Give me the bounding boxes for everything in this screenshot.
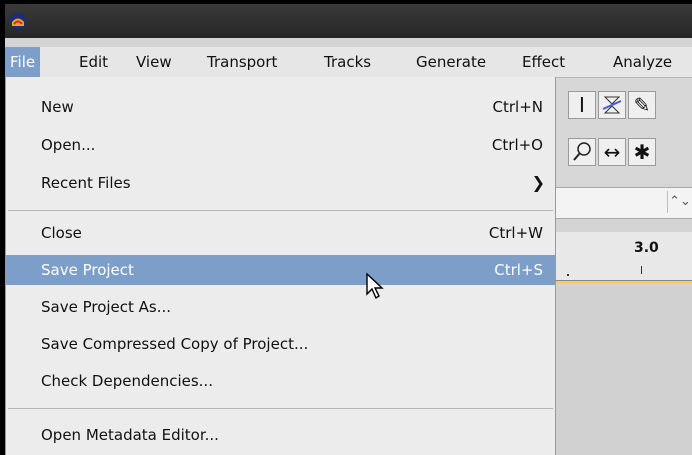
ruler-tick — [641, 266, 642, 274]
menu-edit[interactable]: Edit — [74, 47, 113, 77]
chevron-updown-icon[interactable]: ⌃⌄ — [667, 191, 692, 213]
time-shift-icon[interactable]: ↔ — [598, 138, 626, 166]
file-menu-dropdown: New Ctrl+N Open... Ctrl+O Recent Files ❯… — [5, 77, 556, 455]
multi-tool-icon[interactable]: ✱ — [628, 138, 656, 166]
menu-generate[interactable]: Generate — [411, 47, 491, 77]
menu-file[interactable]: File — [5, 47, 41, 77]
chevron-right-icon: ❯ — [531, 173, 545, 192]
menu-item-close[interactable]: Close Ctrl+W — [6, 218, 555, 248]
title-bar — [5, 4, 692, 38]
menu-item-check-dependencies[interactable]: Check Dependencies... — [6, 366, 555, 396]
menu-item-open[interactable]: Open... Ctrl+O — [6, 130, 555, 160]
ruler-tick — [567, 274, 569, 276]
menu-tracks[interactable]: Tracks — [319, 47, 376, 77]
tools-toolbar: I ✎ ↔ ✱ — [556, 78, 692, 184]
audacity-window: File Edit View Transport Tracks Generate… — [5, 4, 692, 455]
track-area — [556, 286, 692, 455]
timeline-indicator — [556, 281, 692, 284]
ruler-label: 3.0 — [634, 240, 659, 256]
menu-item-save-project-as[interactable]: Save Project As... — [6, 292, 555, 322]
pencil-icon[interactable]: ✎ — [628, 91, 656, 119]
menu-item-open-metadata-editor[interactable]: Open Metadata Editor... — [6, 420, 555, 450]
menu-item-save-project[interactable]: Save Project Ctrl+S — [6, 255, 555, 285]
zoom-icon[interactable] — [568, 138, 596, 166]
menu-separator — [8, 210, 553, 211]
menu-item-new[interactable]: New Ctrl+N — [6, 92, 555, 122]
menu-item-recent-files[interactable]: Recent Files ❯ — [6, 168, 555, 198]
device-selector[interactable]: ⌃⌄ — [556, 187, 692, 219]
menu-bar: File Edit View Transport Tracks Generate… — [5, 47, 692, 78]
menu-transport[interactable]: Transport — [202, 47, 282, 77]
menu-item-save-compressed-copy[interactable]: Save Compressed Copy of Project... — [6, 329, 555, 359]
menu-analyze[interactable]: Analyze — [608, 47, 677, 77]
menu-view[interactable]: View — [131, 47, 177, 77]
ibeam-icon[interactable]: I — [568, 91, 596, 119]
envelope-icon[interactable] — [598, 91, 626, 119]
menu-effect[interactable]: Effect — [517, 47, 570, 77]
menu-separator — [8, 408, 553, 409]
mouse-pointer-icon — [366, 272, 384, 300]
timeline-ruler[interactable]: 3.0 — [556, 232, 692, 281]
audacity-logo-icon — [10, 13, 26, 29]
